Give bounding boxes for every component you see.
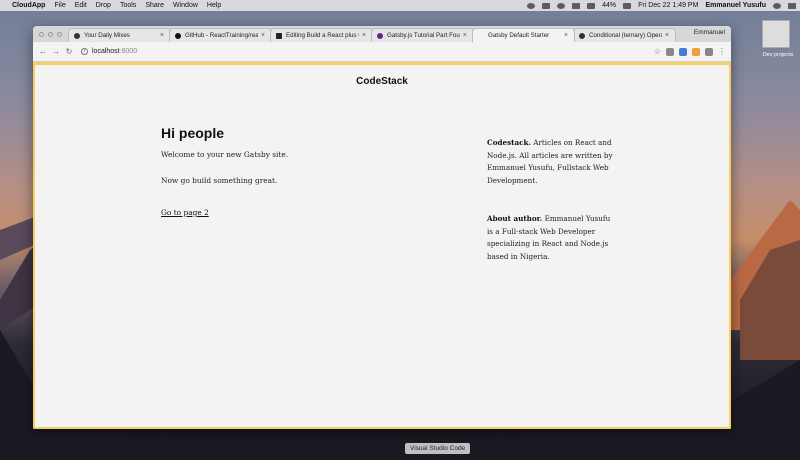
- page-viewport: CodeStack Hi people Welcome to your new …: [33, 62, 731, 429]
- tab-medium-editing[interactable]: Editing Build a React plus G ×: [270, 28, 373, 42]
- github-icon: [175, 32, 181, 39]
- menu-window[interactable]: Window: [173, 2, 198, 9]
- menu-edit[interactable]: Edit: [75, 2, 87, 9]
- browser-window: Your Daily Mixes × GitHub - ReactTrainin…: [33, 26, 731, 429]
- close-icon[interactable]: ×: [463, 32, 467, 39]
- tab-title: Editing Build a React plus G: [286, 32, 359, 39]
- page-heading: Hi people: [161, 125, 225, 141]
- wifi-icon[interactable]: [572, 2, 581, 9]
- menubar-app-name[interactable]: CloudApp: [12, 2, 45, 9]
- tab-strip: Your Daily Mixes × GitHub - ReactTrainin…: [33, 26, 731, 42]
- menu-share[interactable]: Share: [145, 2, 164, 9]
- notification-center-icon[interactable]: [788, 2, 796, 9]
- tab-your-daily-mixes[interactable]: Your Daily Mixes ×: [68, 28, 171, 42]
- volume-icon[interactable]: [587, 2, 596, 9]
- back-icon[interactable]: ←: [38, 47, 48, 56]
- folder-thumbnail: [762, 20, 790, 48]
- forward-icon[interactable]: →: [51, 47, 61, 56]
- about-site-label: Codestack.: [487, 138, 531, 147]
- search-icon[interactable]: [773, 2, 781, 9]
- cloud-icon[interactable]: [542, 2, 551, 9]
- address-bar[interactable]: i localhost:8000: [81, 48, 137, 55]
- mdn-icon: [579, 32, 585, 39]
- extension-icon[interactable]: [705, 47, 713, 56]
- extension-icon[interactable]: [692, 47, 700, 56]
- about-author-label: About author.: [487, 214, 543, 223]
- tab-title: Conditional (ternary) Opera: [589, 32, 662, 39]
- main-content: Hi people Welcome to your new Gatsby sit…: [161, 125, 288, 220]
- page-2-link[interactable]: Go to page 2: [161, 208, 209, 217]
- tab-title: Your Daily Mixes: [84, 32, 130, 39]
- menu-tools[interactable]: Tools: [120, 2, 136, 9]
- close-icon[interactable]: ×: [665, 32, 669, 39]
- tab-conditional-operator[interactable]: Conditional (ternary) Opera ×: [573, 28, 676, 42]
- reload-icon[interactable]: ↻: [64, 47, 74, 56]
- menubar-user[interactable]: Emmanuel Yusufu: [705, 2, 766, 9]
- minimize-window-button[interactable]: [48, 31, 53, 37]
- macos-menubar: CloudApp File Edit Drop Tools Share Wind…: [0, 0, 800, 11]
- extension-icon[interactable]: [666, 47, 674, 56]
- close-icon[interactable]: ×: [564, 32, 568, 39]
- close-icon[interactable]: ×: [261, 32, 265, 39]
- battery-icon[interactable]: [623, 2, 632, 9]
- menu-file[interactable]: File: [54, 2, 65, 9]
- desktop-folder-label: Dev projects: [762, 52, 794, 58]
- tab-title: Gatsby Default Starter: [488, 32, 550, 39]
- menubar-clock[interactable]: Fri Dec 22 1:49 PM: [638, 2, 698, 9]
- status-icon[interactable]: [527, 2, 536, 9]
- url-port: :8000: [119, 48, 138, 55]
- bookmark-star-icon[interactable]: ☆: [654, 47, 661, 56]
- extension-icon[interactable]: [679, 47, 687, 56]
- menu-drop[interactable]: Drop: [96, 2, 111, 9]
- battery-percent[interactable]: 44%: [602, 2, 616, 9]
- about-author: About author. Emmanuel Yusufu is a Full-…: [487, 213, 615, 263]
- dropbox-icon[interactable]: [557, 2, 566, 9]
- dock-tooltip: Visual Studio Code: [405, 443, 471, 454]
- browser-toolbar: ← → ↻ i localhost:8000 ☆ ⋮: [33, 42, 731, 62]
- close-icon[interactable]: ×: [160, 32, 164, 39]
- menu-help[interactable]: Help: [207, 2, 221, 9]
- tab-gatsby-tutorial[interactable]: Gatsby.js Tutorial Part Four ×: [371, 28, 474, 42]
- tab-title: Gatsby.js Tutorial Part Four: [387, 32, 460, 39]
- welcome-text: Welcome to your new Gatsby site.: [161, 150, 289, 159]
- info-icon[interactable]: i: [81, 48, 88, 55]
- medium-icon: [276, 32, 282, 39]
- tab-github[interactable]: GitHub - ReactTraining/rea ×: [169, 28, 272, 42]
- profile-button[interactable]: Emmanuel: [694, 29, 725, 36]
- tab-gatsby-default-starter[interactable]: Gatsby Default Starter ×: [472, 28, 575, 42]
- tagline-text: Now go build something great.: [161, 176, 278, 185]
- close-window-button[interactable]: [39, 31, 44, 37]
- zoom-window-button[interactable]: [57, 31, 62, 37]
- window-controls: [35, 26, 68, 42]
- close-icon[interactable]: ×: [362, 32, 366, 39]
- url-host: localhost: [92, 48, 120, 55]
- site-title[interactable]: CodeStack: [35, 76, 729, 87]
- sidebar: Codestack. Articles on React and Node.js…: [487, 137, 615, 289]
- menu-dots-icon[interactable]: ⋮: [718, 47, 726, 56]
- tab-title: GitHub - ReactTraining/rea: [185, 32, 258, 39]
- gatsby-icon: [377, 32, 383, 39]
- about-site: Codestack. Articles on React and Node.js…: [487, 137, 615, 187]
- blank-page-icon: [478, 33, 484, 39]
- music-icon: [74, 32, 80, 39]
- desktop-folder[interactable]: [758, 20, 794, 48]
